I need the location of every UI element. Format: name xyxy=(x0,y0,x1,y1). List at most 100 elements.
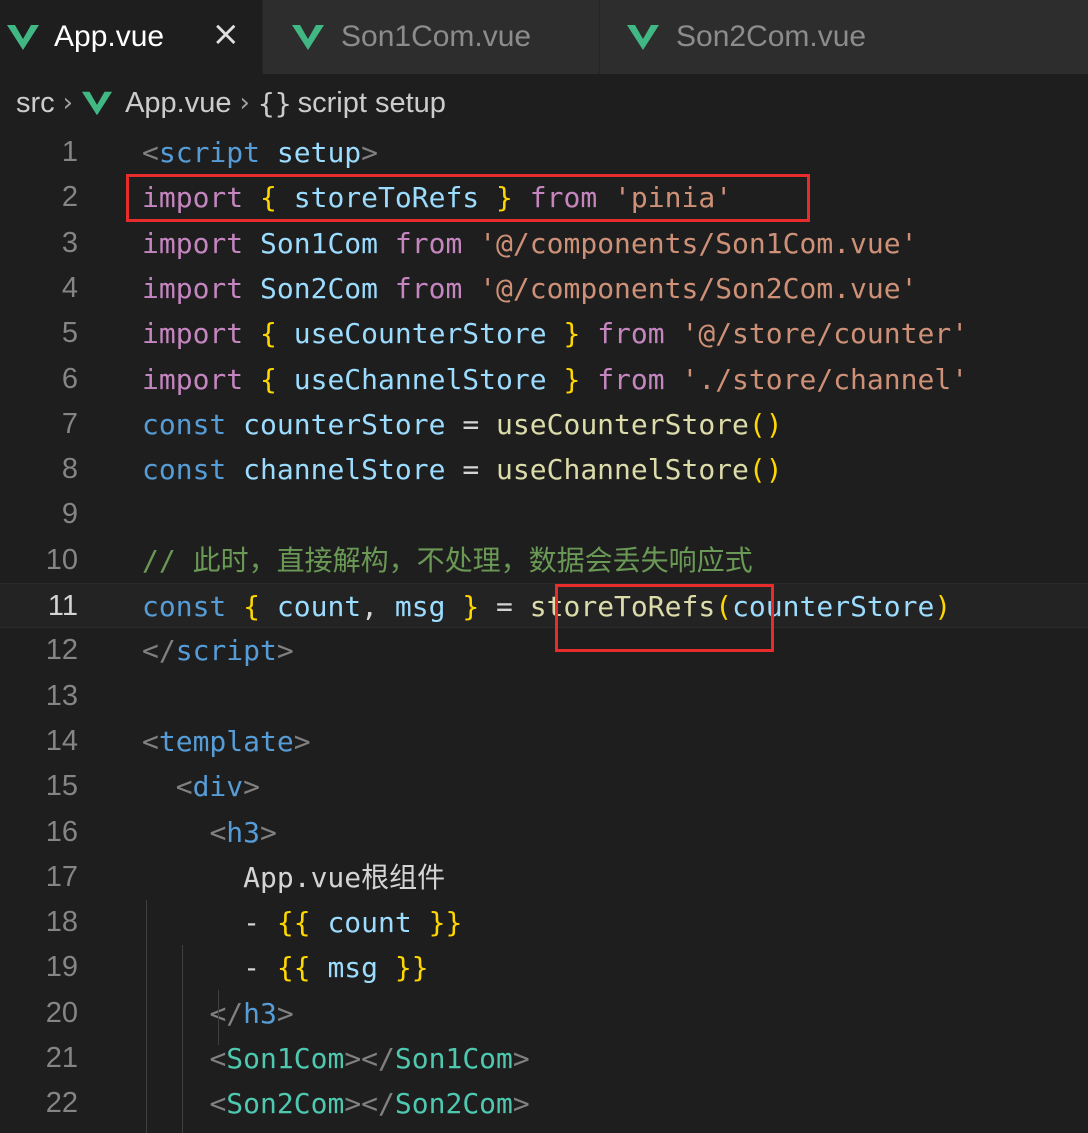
breadcrumb-folder[interactable]: src xyxy=(16,87,55,120)
code-token: const xyxy=(142,590,227,623)
code-text: <Son1Com></Son1Com> xyxy=(142,1036,529,1081)
code-token: }} xyxy=(394,951,429,985)
code-token: from xyxy=(529,181,598,215)
code-token: '@/store/counter' xyxy=(681,317,969,351)
code-line[interactable]: 9 xyxy=(0,492,1088,537)
tab-label: App.vue xyxy=(54,20,165,53)
code-token: = xyxy=(462,453,480,487)
code-token: = xyxy=(462,407,480,441)
tab-son1com-vue[interactable]: Son1Com.vue xyxy=(263,0,599,74)
breadcrumb-symbol[interactable]: script setup xyxy=(298,87,446,120)
code-token: from xyxy=(597,317,665,351)
code-token: msg xyxy=(327,951,379,985)
code-token: import xyxy=(142,317,244,351)
code-text: <script setup> xyxy=(142,130,378,175)
code-line[interactable]: 8 const channelStore = useChannelStore() xyxy=(0,447,1088,492)
code-token: from xyxy=(394,271,463,305)
tab-app-vue[interactable]: App.vue × xyxy=(0,0,262,74)
tab-label: Son1Com.vue xyxy=(341,20,532,53)
code-line[interactable]: 2 import { storeToRefs } from 'pinia' xyxy=(0,175,1088,220)
line-number: 14 xyxy=(45,724,78,757)
braces-icon: {} xyxy=(257,86,292,120)
code-token: {{ xyxy=(276,951,311,985)
code-text: - {{ msg }} xyxy=(142,945,429,990)
line-number: 18 xyxy=(45,906,78,939)
code-token: > xyxy=(512,1087,530,1121)
code-line[interactable]: 4 import Son2Com from '@/components/Son2C… xyxy=(0,266,1088,311)
code-token: < xyxy=(142,136,159,169)
code-line[interactable]: 5 import { useCounterStore } from '@/stor… xyxy=(0,311,1088,356)
code-line[interactable]: 14 <template> xyxy=(0,719,1088,764)
line-number: 10 xyxy=(45,543,78,576)
code-line[interactable]: 18 - {{ count }} xyxy=(0,900,1088,945)
code-token: // 此时，直接解构，不处理，数据会丢失响应式 xyxy=(142,543,753,577)
code-line[interactable]: 20 </h3> xyxy=(0,991,1088,1036)
code-line[interactable]: 12 </script> xyxy=(0,628,1088,673)
code-token: Son2Com xyxy=(260,271,379,305)
code-text: <h3> xyxy=(142,810,276,855)
code-line[interactable]: 3 import Son1Com from '@/components/Son1C… xyxy=(0,221,1088,266)
line-number: 21 xyxy=(45,1042,78,1074)
code-line[interactable]: 17 App.vue根组件 xyxy=(0,855,1088,900)
code-token: > xyxy=(293,724,311,758)
code-token: () xyxy=(748,407,783,441)
code-line[interactable]: 16 <h3> xyxy=(0,810,1088,855)
code-token: < xyxy=(142,724,159,758)
code-token: from xyxy=(394,226,463,260)
code-token: < xyxy=(209,815,227,849)
code-token: , xyxy=(361,590,395,623)
line-number: 11 xyxy=(47,590,78,622)
code-token: Son2Com xyxy=(226,1087,345,1121)
breadcrumb-file[interactable]: App.vue xyxy=(125,87,231,120)
line-number: 19 xyxy=(45,951,78,984)
code-token: } xyxy=(563,362,581,396)
code-token: import xyxy=(142,226,244,260)
code-line[interactable]: 15 <div> xyxy=(0,764,1088,809)
chevron-right-icon: › xyxy=(239,88,250,118)
code-token: 'pinia' xyxy=(614,181,733,215)
code-token: } xyxy=(563,317,581,351)
code-line[interactable]: 19 - {{ msg }} xyxy=(0,945,1088,990)
code-line[interactable]: 11 const { count, msg } = storeToRefs(cou… xyxy=(0,583,1088,628)
indent-guide xyxy=(218,990,219,1045)
line-number: 17 xyxy=(45,860,78,893)
code-text: const channelStore = useChannelStore() xyxy=(142,447,783,492)
code-token: { xyxy=(260,317,277,351)
tab-son2com-vue[interactable]: Son2Com.vue xyxy=(600,0,934,74)
code-line[interactable]: 6 import { useChannelStore } from './stor… xyxy=(0,357,1088,402)
code-text: import { useChannelStore } from './store… xyxy=(142,357,968,402)
code-token: import xyxy=(142,362,244,396)
code-line[interactable]: 7 const counterStore = useCounterStore() xyxy=(0,402,1088,447)
close-tab-icon[interactable]: × xyxy=(212,14,241,54)
code-editor[interactable]: 22 <Son2Com></Son2Com> 21 <Son1Com></Son1… xyxy=(0,130,1088,1133)
code-token: ( xyxy=(715,590,733,623)
line-number: 6 xyxy=(61,362,78,395)
code-line[interactable]: 1 <script setup> xyxy=(0,130,1088,175)
code-token: '@/components/Son1Com.vue' xyxy=(479,226,918,260)
code-token: import xyxy=(142,181,244,215)
line-number: 1 xyxy=(61,136,78,168)
code-line[interactable]: 13 xyxy=(0,674,1088,719)
code-line[interactable]: 10 // 此时，直接解构，不处理，数据会丢失响应式 xyxy=(0,538,1088,583)
code-token: ></ xyxy=(344,1087,395,1121)
code-token: const xyxy=(142,407,227,441)
code-token: - xyxy=(142,951,277,985)
line-number: 22 xyxy=(45,1087,78,1120)
code-line[interactable]: 21 <Son1Com></Son1Com> xyxy=(0,1036,1088,1081)
code-line[interactable]: 22 <Son2Com></Son2Com> xyxy=(0,1081,1088,1126)
code-token: count xyxy=(327,906,412,940)
